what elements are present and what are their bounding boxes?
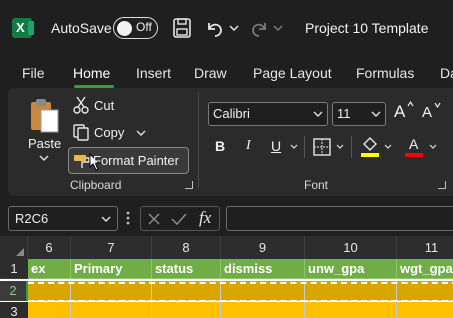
column-header[interactable]: 7 — [71, 236, 152, 259]
grid-cell[interactable]: Primary — [71, 259, 152, 279]
autosave-label: AutoSave — [51, 20, 112, 36]
copy-dropdown-chevron-icon[interactable] — [136, 129, 146, 137]
font-size-chevron-icon — [371, 111, 381, 117]
more-options-icon[interactable] — [126, 210, 130, 226]
document-title: Project 10 Template — [305, 20, 429, 36]
cancel-icon[interactable] — [147, 212, 161, 226]
scissors-icon[interactable] — [72, 96, 90, 114]
clipboard-dialog-launcher-icon[interactable] — [185, 181, 193, 189]
formula-controls: fx — [140, 206, 220, 231]
grid-cell-active[interactable] — [28, 281, 71, 301]
caret-down-icon — [434, 102, 441, 108]
column-header[interactable]: 11 — [397, 236, 453, 259]
font-color-chevron-icon[interactable] — [429, 144, 437, 150]
button-separator — [304, 136, 305, 158]
column-header[interactable]: 6 — [28, 236, 71, 259]
undo-dropdown-chevron-icon[interactable] — [228, 17, 240, 39]
tab-formulas[interactable]: Formulas — [356, 65, 414, 81]
grid-cell[interactable] — [305, 281, 397, 301]
paste-button[interactable]: Paste — [28, 136, 61, 151]
fill-color-chevron-icon[interactable] — [384, 144, 392, 150]
font-family-select[interactable]: Calibri — [208, 102, 328, 126]
column-header[interactable]: 8 — [152, 236, 221, 259]
font-dialog-launcher-icon[interactable] — [438, 181, 446, 189]
title-bar: X AutoSave Off Project 10 Template — [0, 0, 453, 56]
enter-check-icon[interactable] — [171, 212, 187, 226]
spreadsheet-grid: 6 7 8 9 10 11 1 2 3 ex Primary status di… — [0, 236, 453, 318]
autosave-state: Off — [136, 20, 152, 34]
row-header-selected[interactable]: 2 — [0, 281, 28, 301]
excel-logo-icon: X — [12, 18, 34, 38]
grid-cell[interactable] — [152, 302, 221, 318]
paste-clipboard-icon[interactable] — [28, 96, 62, 136]
autosave-toggle[interactable]: Off — [113, 17, 158, 39]
font-group-label: Font — [304, 178, 329, 192]
bold-button[interactable]: B — [215, 138, 225, 154]
font-size-value: 11 — [337, 106, 351, 121]
tab-file[interactable]: File — [22, 65, 45, 81]
name-box-chevron-icon[interactable] — [101, 215, 111, 223]
grid-cell[interactable] — [305, 302, 397, 318]
name-box-value: R2C6 — [15, 211, 49, 226]
paste-dropdown-chevron-icon[interactable] — [39, 154, 49, 162]
button-separator — [351, 136, 352, 158]
grid-cell[interactable] — [71, 281, 152, 301]
copy-button[interactable]: Copy — [94, 125, 124, 140]
format-painter-label: Format Painter — [93, 153, 179, 168]
grid-cell[interactable] — [28, 302, 71, 318]
tab-draw[interactable]: Draw — [194, 65, 227, 81]
clipboard-group-label: Clipboard — [70, 178, 122, 192]
grid-cell[interactable] — [71, 302, 152, 318]
tab-home[interactable]: Home — [73, 65, 110, 81]
font-size-select[interactable]: 11 — [332, 102, 386, 126]
format-painter-button[interactable]: Format Painter — [68, 147, 189, 174]
font-color-bar — [405, 153, 423, 157]
grid-cell[interactable] — [221, 302, 305, 318]
name-box[interactable]: R2C6 — [8, 206, 118, 231]
grid-cell[interactable]: wgt_gpa — [397, 259, 453, 279]
increase-font-size-button[interactable]: A — [394, 102, 405, 122]
row-header[interactable]: 1 — [0, 259, 28, 279]
group-separator — [198, 92, 199, 188]
italic-button[interactable]: I — [246, 138, 251, 154]
underline-chevron-icon[interactable] — [290, 144, 298, 150]
save-icon[interactable] — [172, 17, 192, 39]
redo-dropdown-chevron-icon[interactable] — [272, 17, 284, 39]
select-all-corner[interactable] — [0, 236, 28, 259]
decrease-font-size-button[interactable]: A — [422, 104, 432, 121]
grid-cell[interactable] — [397, 281, 453, 301]
font-color-button[interactable]: A — [409, 136, 418, 152]
grid-cell[interactable] — [221, 281, 305, 301]
formula-input[interactable] — [226, 206, 453, 231]
font-family-value: Calibri — [213, 106, 250, 121]
caret-up-icon — [407, 101, 414, 107]
insert-function-button[interactable]: fx — [199, 208, 211, 228]
cut-button[interactable]: Cut — [94, 98, 114, 113]
borders-chevron-icon[interactable] — [336, 144, 344, 150]
grid-cell[interactable]: status — [152, 259, 221, 279]
tab-data[interactable]: Da — [440, 65, 453, 81]
tab-insert[interactable]: Insert — [136, 65, 171, 81]
toggle-knob — [117, 20, 132, 36]
underline-button[interactable]: U — [271, 138, 281, 154]
formula-bar: R2C6 fx — [0, 200, 453, 236]
column-header[interactable]: 10 — [305, 236, 397, 259]
font-family-chevron-icon — [313, 111, 323, 117]
row-header[interactable]: 3 — [0, 302, 28, 318]
ribbon-home: Paste Cut Copy Format Painter Clipboard … — [8, 88, 453, 196]
grid-cell[interactable] — [397, 302, 453, 318]
grid-cell[interactable]: dismiss — [221, 259, 305, 279]
undo-icon[interactable] — [204, 17, 226, 39]
tab-page-layout[interactable]: Page Layout — [253, 65, 332, 81]
grid-cell[interactable] — [152, 281, 221, 301]
grid-cell[interactable]: ex — [28, 259, 71, 279]
borders-icon[interactable] — [313, 138, 331, 156]
fill-color-bucket-icon[interactable] — [360, 136, 380, 158]
redo-icon[interactable] — [248, 17, 270, 39]
grid-cell[interactable]: unw_gpa — [305, 259, 397, 279]
column-header[interactable]: 9 — [221, 236, 305, 259]
copy-icon[interactable] — [72, 123, 90, 141]
ribbon-tabs: File Home Insert Draw Page Layout Formul… — [0, 56, 453, 88]
